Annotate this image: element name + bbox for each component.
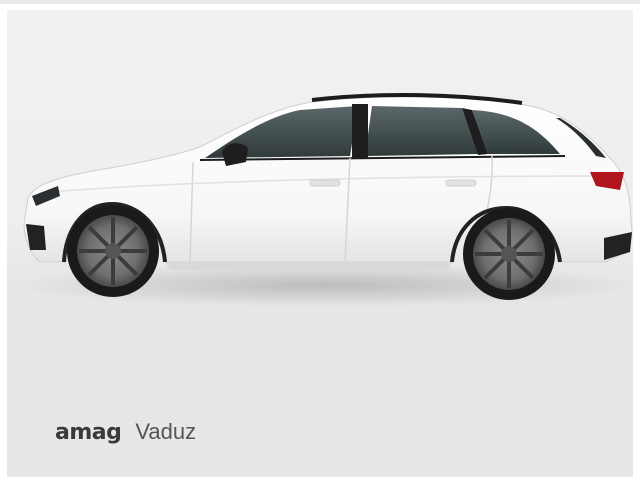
front-wheel — [67, 205, 159, 297]
rear-door-window — [365, 106, 478, 156]
b-pillar — [352, 104, 368, 158]
door-handle-rear — [445, 179, 477, 187]
top-divider — [0, 0, 640, 4]
dealer-brand-logo: amag — [55, 420, 122, 445]
listing-card[interactable]: amag Vaduz — [0, 0, 640, 481]
vehicle-photo[interactable]: amag Vaduz — [7, 10, 633, 477]
dealer-label: amag Vaduz — [55, 419, 196, 449]
dealer-location: Vaduz — [135, 419, 197, 444]
car-illustration — [15, 93, 633, 307]
rear-wheel — [463, 208, 555, 300]
door-handle-front — [309, 179, 341, 187]
side-skirt — [165, 262, 452, 270]
